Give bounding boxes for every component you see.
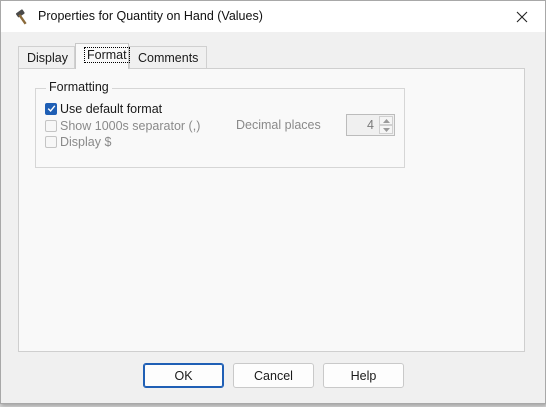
tab-format[interactable]: Format — [75, 43, 130, 69]
spinner-buttons — [379, 116, 393, 134]
show-thousands-separator-label: Show 1000s separator (,) — [60, 118, 201, 133]
display-dollar-label: Display $ — [60, 134, 112, 149]
decimal-places-label: Decimal places — [236, 118, 321, 132]
tab-format-label: Format — [84, 47, 130, 63]
ok-button[interactable]: OK — [143, 363, 224, 388]
cancel-button[interactable]: Cancel — [233, 363, 314, 388]
formatting-group-label: Formatting — [46, 80, 112, 94]
format-tab-panel: Formatting Use default format Show 1000s… — [18, 68, 525, 352]
decimal-places-value[interactable]: 4 — [367, 118, 374, 132]
spinner-down-button[interactable] — [379, 125, 393, 134]
checkbox-checked-icon — [45, 102, 57, 115]
use-default-format-label: Use default format — [60, 101, 163, 116]
checkbox-unchecked-icon — [45, 135, 57, 148]
checkbox-unchecked-icon — [45, 119, 57, 132]
spinner-up-button[interactable] — [379, 116, 393, 125]
help-button[interactable]: Help — [323, 363, 404, 388]
close-button[interactable] — [499, 1, 545, 32]
close-icon — [516, 11, 528, 22]
window-title: Properties for Quantity on Hand (Values) — [38, 9, 263, 23]
chevron-down-icon — [382, 127, 390, 132]
chevron-up-icon — [382, 118, 390, 123]
properties-dialog: Properties for Quantity on Hand (Values)… — [0, 0, 546, 404]
show-thousands-separator-checkbox[interactable]: Show 1000s separator (,) — [45, 118, 200, 133]
display-dollar-checkbox[interactable]: Display $ — [45, 134, 111, 149]
formatting-group: Formatting Use default format Show 1000s… — [35, 80, 405, 168]
title-bar: Properties for Quantity on Hand (Values) — [1, 1, 545, 32]
hammer-icon — [14, 8, 32, 26]
tab-display[interactable]: Display — [18, 46, 75, 68]
tab-comments[interactable]: Comments — [129, 46, 207, 68]
decimal-places-spinner[interactable]: 4 — [346, 114, 395, 136]
use-default-format-checkbox[interactable]: Use default format — [45, 101, 162, 116]
